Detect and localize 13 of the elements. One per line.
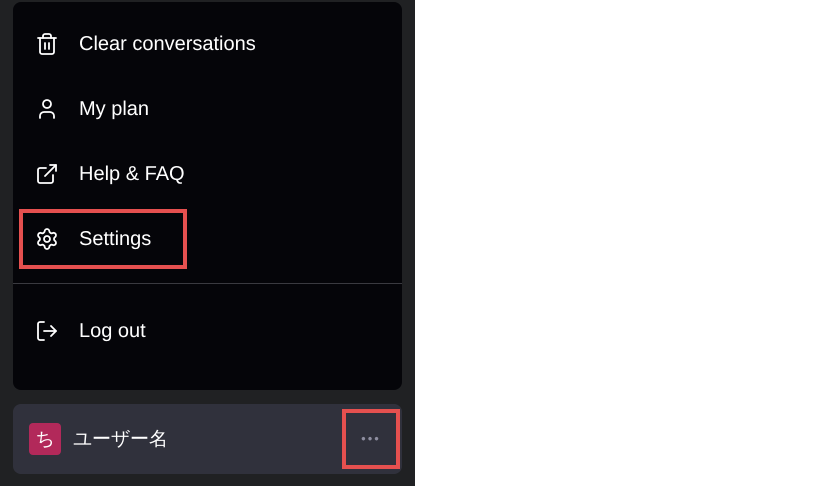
more-button[interactable]: ••• — [342, 409, 400, 469]
menu-item[interactable]: Log out — [19, 301, 162, 361]
external-link-icon — [35, 162, 59, 186]
menu-item[interactable]: Help & FAQ — [19, 144, 201, 204]
trash-icon — [35, 32, 59, 56]
user-name: ユーザー名 — [73, 426, 169, 452]
menu-item[interactable]: Settings — [19, 209, 187, 269]
logout-icon — [35, 319, 59, 343]
settings-icon — [35, 227, 59, 251]
account-row[interactable]: ち ユーザー名 ••• — [13, 404, 402, 474]
avatar: ち — [29, 423, 61, 455]
menu-item[interactable]: My plan — [19, 79, 166, 139]
menu-item[interactable]: Clear conversations — [19, 14, 272, 74]
